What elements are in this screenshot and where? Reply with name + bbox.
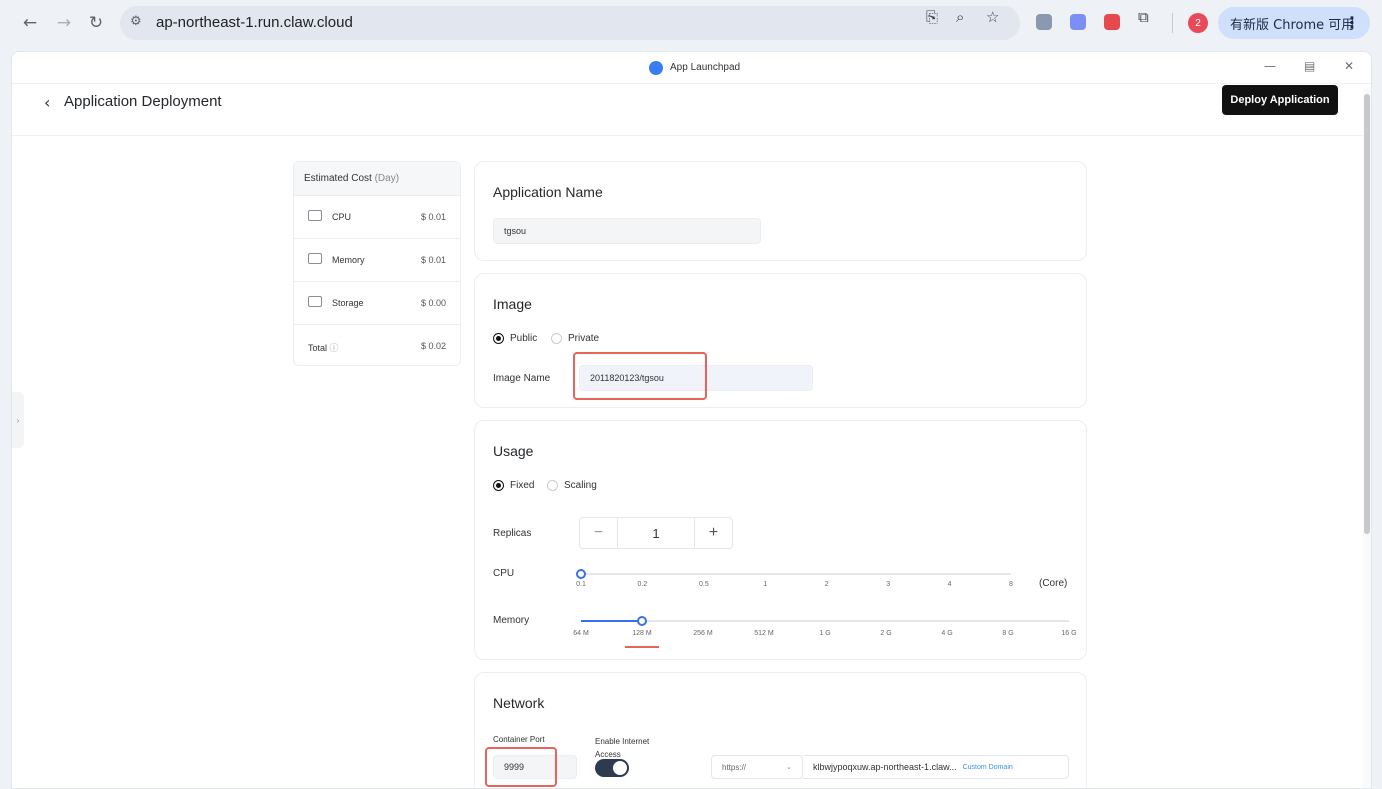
site-info-icon[interactable]: ⚙ [130,14,142,29]
cpu-tick-label[interactable]: 3 [886,581,890,588]
window-title: App Launchpad [670,62,741,73]
network-heading: Network [493,695,545,711]
cpu-tick-label[interactable]: 0.5 [699,581,709,588]
replicas-label: Replicas [493,528,532,539]
install-app-icon[interactable]: ⎘ [926,8,938,26]
replicas-stepper: − 1 + [579,517,733,549]
image-private-radio[interactable]: Private [551,333,599,344]
back-chevron-icon[interactable]: ‹ [44,93,50,112]
network-card: Network Container Port 9999 Enable Inter… [474,672,1087,788]
memory-icon [308,253,322,264]
usage-card: Usage Fixed Scaling Replicas − 1 + CPU 0… [474,420,1087,660]
deploy-application-button[interactable]: Deploy Application [1222,85,1338,115]
cost-row-memory: Memory $ 0.01 [294,239,460,282]
bookmark-star-icon[interactable]: ☆ [986,8,999,26]
cost-row-storage: Storage $ 0.00 [294,282,460,325]
usage-scaling-radio[interactable]: Scaling [547,480,597,491]
chevron-down-icon: ⌄ [786,764,792,771]
minimize-icon[interactable]: — [1264,59,1276,73]
zoom-icon[interactable]: ⌕ [956,8,964,26]
protocol-select[interactable]: https:// ⌄ [711,755,803,779]
app-window: App Launchpad — ▤ ✕ ‹ Application Deploy… [11,51,1372,789]
extension-icon[interactable] [1104,14,1120,30]
internet-access-toggle[interactable] [595,759,629,777]
public-domain-field: klbwjypoqxuw.ap-northeast-1.claw... Cust… [803,755,1069,779]
maximize-icon[interactable]: ▤ [1304,59,1315,73]
image-name-label: Image Name [493,373,551,384]
cpu-unit-label: (Core) [1039,578,1068,589]
decrement-button[interactable]: − [580,518,617,548]
increment-button[interactable]: + [695,518,732,548]
scrollbar-thumb[interactable] [1364,94,1370,534]
back-arrow-icon[interactable]: ← [18,11,42,35]
image-card: Image Public Private Image Name 20118201… [474,273,1087,408]
url-text: ap-northeast-1.run.claw.cloud [156,14,353,31]
cpu-tick-label[interactable]: 1 [763,581,767,588]
update-label: 有新版 Chrome 可用 [1230,17,1355,33]
estimated-cost-panel: Estimated Cost (Day) CPU $ 0.01 Memory $… [293,161,461,366]
cpu-tick-label[interactable]: 0.1 [576,581,586,588]
cpu-tick-label[interactable]: 0.2 [638,581,648,588]
page-header: ‹ Application Deployment Deploy Applicat… [12,84,1371,136]
forward-arrow-icon[interactable]: → [52,11,76,35]
close-icon[interactable]: ✕ [1344,59,1354,73]
image-name-highlight [573,352,707,400]
page-title: Application Deployment [64,93,222,110]
memory-tick-label[interactable]: 256 M [693,630,712,637]
reload-icon[interactable]: ↻ [84,11,108,35]
app-launchpad-icon [649,61,663,75]
usage-heading: Usage [493,443,534,459]
image-heading: Image [493,296,532,312]
toolbar-divider [1172,13,1173,33]
extensions-puzzle-icon[interactable]: ⧉ [1138,8,1149,26]
application-name-input[interactable]: tgsou [493,218,761,244]
cpu-tick-label[interactable]: 4 [948,581,952,588]
memory-slider[interactable] [581,616,1069,626]
memory-tick-label[interactable]: 64 M [573,630,589,637]
custom-domain-link[interactable]: Custom Domain [963,764,1013,771]
memory-tick-label[interactable]: 512 M [754,630,773,637]
application-name-heading: Application Name [493,184,603,200]
cpu-tick-label[interactable]: 8 [1009,581,1013,588]
enable-internet-label: Enable Internet Access [595,737,650,759]
memory-tick-label[interactable]: 16 G [1061,630,1076,637]
container-port-highlight [485,747,557,787]
memory-tick-label[interactable]: 8 G [1002,630,1013,637]
memory-label: Memory [493,615,530,626]
usage-fixed-radio[interactable]: Fixed [493,480,534,491]
extension-icon[interactable] [1036,14,1052,30]
address-bar[interactable]: ⚙ ap-northeast-1.run.claw.cloud [120,6,1020,40]
cost-row-total: Total ⓘ $ 0.02 [308,341,446,353]
more-menu-icon[interactable]: ⋮ [1344,13,1360,32]
memory-tick-label[interactable]: 4 G [941,630,952,637]
memory-selection-underline [625,646,659,648]
cpu-tick-label[interactable]: 2 [825,581,829,588]
memory-slider-fill [581,620,642,622]
browser-toolbar: ← → ↻ ⚙ ap-northeast-1.run.claw.cloud ⎘ … [0,0,1382,46]
memory-tick-label[interactable]: 1 G [819,630,830,637]
window-titlebar: App Launchpad — ▤ ✕ [12,52,1371,84]
replicas-value[interactable]: 1 [617,518,695,548]
cpu-icon [308,210,322,221]
profile-avatar[interactable]: 2 [1188,13,1208,33]
cpu-slider-knob[interactable] [576,569,586,579]
application-name-card: Application Name tgsou [474,161,1087,261]
chrome-update-button[interactable]: 有新版 Chrome 可用 ⋮ [1218,7,1370,39]
image-public-radio[interactable]: Public [493,333,537,344]
storage-icon [308,296,322,307]
public-domain-text: klbwjypoqxuw.ap-northeast-1.claw... [813,762,957,772]
cpu-label: CPU [493,568,515,579]
extension-icon[interactable] [1070,14,1086,30]
cost-header: Estimated Cost (Day) [294,162,460,196]
info-icon: ⓘ [329,343,339,353]
container-port-label: Container Port [493,735,545,744]
memory-tick-label[interactable]: 2 G [880,630,891,637]
memory-tick-label[interactable]: 128 M [632,630,651,637]
cost-row-cpu: CPU $ 0.01 [294,196,460,239]
memory-slider-knob[interactable] [637,616,647,626]
cpu-slider[interactable] [576,569,1011,579]
sidebar-expand-icon[interactable]: › [12,392,24,448]
